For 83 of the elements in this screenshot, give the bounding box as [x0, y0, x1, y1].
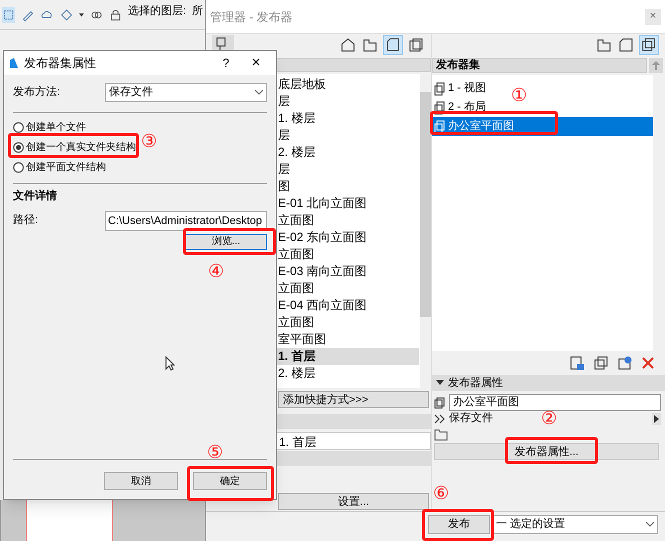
diamond-icon[interactable]: [60, 6, 73, 22]
app-icon: [9, 57, 19, 69]
tree-item[interactable]: 底层地板: [278, 76, 419, 93]
radio-button[interactable]: [13, 122, 24, 132]
tree-item[interactable]: 层: [278, 161, 419, 178]
radio-option[interactable]: 创建平面文件结构: [13, 157, 106, 177]
delete-icon[interactable]: [641, 356, 655, 370]
publisher-set-item[interactable]: 2 - 布局: [432, 98, 490, 117]
add-shortcut-button[interactable]: 添加快捷方式>>>: [278, 391, 429, 408]
import-icon[interactable]: [617, 355, 633, 371]
step-number: ③: [141, 132, 158, 152]
settings-button[interactable]: 设置...: [278, 493, 429, 510]
caret-icon[interactable]: [78, 12, 84, 16]
browse-button[interactable]: 浏览...: [185, 234, 267, 250]
forward-icon: [434, 414, 446, 424]
house-icon[interactable]: [339, 36, 357, 54]
toolbar-label: 所: [192, 4, 204, 19]
tree-item[interactable]: 层: [278, 127, 419, 144]
cancel-button[interactable]: 取消: [104, 472, 178, 490]
tree-item[interactable]: 1. 楼层: [278, 110, 419, 127]
expand-arrow-icon[interactable]: [652, 412, 661, 424]
sheet-icon[interactable]: [383, 35, 403, 55]
chevron-icon: [255, 90, 263, 94]
tree-item[interactable]: 立面图: [278, 280, 419, 297]
section-heading: 文件详情: [13, 188, 58, 204]
publisher-set-item[interactable]: 办公室平面图: [432, 117, 653, 136]
method-dropdown[interactable]: 保存文件: [105, 82, 267, 102]
path-label: 路径:: [13, 213, 40, 228]
chevron-icon: [646, 522, 654, 527]
method-label: 保存文件: [449, 410, 493, 426]
cursor-icon: [165, 356, 175, 370]
path-field[interactable]: C:\Users\Administrator\Desktop: [105, 210, 267, 230]
pages-icon[interactable]: [407, 36, 425, 54]
selection-icon[interactable]: [2, 6, 16, 22]
sheet-icon: [434, 100, 446, 114]
radio-option[interactable]: 创建单个文件: [13, 117, 86, 137]
pages-icon[interactable]: [639, 35, 659, 55]
tree-item[interactable]: 立面图: [278, 212, 419, 229]
method-label: 发布方法:: [13, 84, 62, 100]
help-button[interactable]: ?: [216, 54, 236, 72]
sheet-icon[interactable]: [617, 36, 635, 54]
tree-item[interactable]: 层: [278, 93, 419, 110]
highlight-frame: [422, 509, 494, 541]
folder-icon: [434, 428, 448, 440]
step-number: ④: [208, 262, 224, 282]
tree-item[interactable]: E-04 西向立面图: [278, 297, 419, 314]
new-sheet-icon[interactable]: [569, 355, 585, 371]
tree-item[interactable]: E-01 北向立面图: [278, 195, 419, 212]
close-button[interactable]: ×: [241, 52, 271, 74]
properties-button[interactable]: 发布器属性...: [434, 443, 659, 460]
tree-item[interactable]: E-03 南向立面图: [278, 263, 419, 280]
tree-item[interactable]: 2. 楼层: [278, 365, 419, 382]
tree-item[interactable]: 立面图: [278, 314, 419, 331]
window-title: 管理器 - 发布器: [210, 8, 293, 26]
radio-button[interactable]: [13, 162, 24, 172]
step-number: ①: [511, 86, 528, 106]
sheet-icon: [434, 120, 446, 134]
panel-header: 发布器集: [432, 58, 647, 73]
dropdown-value: 一 选定的设置: [496, 516, 566, 532]
dropdown-value: 保存文件: [109, 84, 153, 100]
step-number: ②: [541, 409, 558, 429]
properties-header[interactable]: 发布器属性: [432, 375, 665, 391]
layer-label: 选择的图层:: [128, 4, 186, 19]
collapse-arrow-icon[interactable]: [436, 380, 444, 386]
scope-dropdown[interactable]: 一 选定的设置: [492, 515, 658, 534]
publish-button[interactable]: 发布: [428, 515, 490, 534]
tree-item[interactable]: E-02 东向立面图: [278, 229, 419, 246]
dialog-title: 发布器集属性: [24, 55, 97, 72]
sheet-icon: [434, 396, 446, 408]
close-button[interactable]: ×: [645, 8, 661, 24]
name-field[interactable]: 办公室平面图: [449, 394, 661, 411]
ok-button[interactable]: 确定: [193, 472, 267, 490]
tree-item[interactable]: 立面图: [278, 246, 419, 263]
radio-button[interactable]: [13, 142, 24, 152]
sheet-icon: [434, 82, 446, 96]
tree-item[interactable]: 2. 楼层: [278, 144, 419, 161]
scrollbar-thumb[interactable]: [420, 92, 431, 317]
pages-icon[interactable]: [593, 355, 609, 371]
publisher-set-item[interactable]: 1 - 视图: [432, 79, 490, 98]
radio-option[interactable]: 创建一个真实文件夹结构: [13, 137, 136, 157]
tree-item[interactable]: 图: [278, 178, 419, 195]
step-number: ⑥: [433, 484, 450, 504]
tree-item[interactable]: 室平面图: [278, 331, 419, 348]
